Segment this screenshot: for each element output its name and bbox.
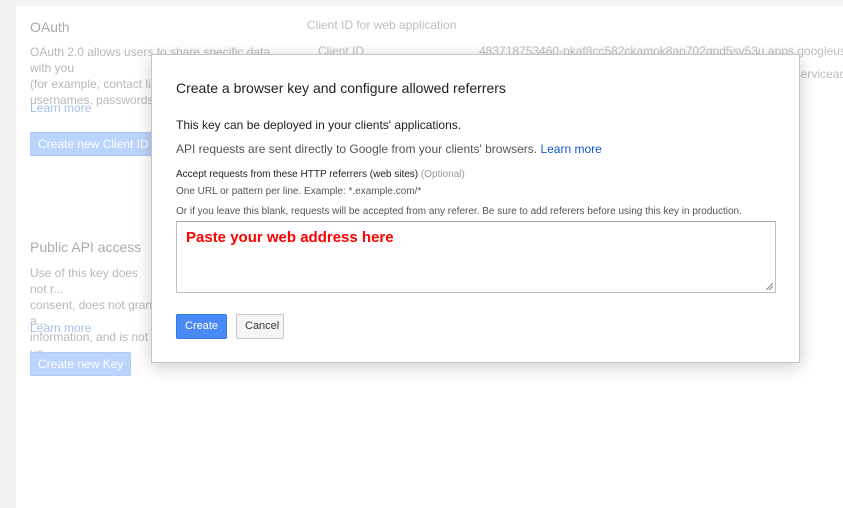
client-id-section-title: Client ID for web application <box>307 18 457 32</box>
public-api-heading: Public API access <box>30 239 142 255</box>
console-page: OAuth OAuth 2.0 allows users to share sp… <box>0 0 843 508</box>
api-requests-text: API requests are sent directly to Google… <box>176 142 602 156</box>
oauth-learn-more-link[interactable]: Learn more <box>30 101 91 115</box>
dialog-intro-text: This key can be deployed in your clients… <box>176 118 462 132</box>
create-button[interactable]: Create <box>176 314 227 339</box>
referrers-hint: One URL or pattern per line. Example: *.… <box>176 186 422 197</box>
public-api-learn-more-link[interactable]: Learn more <box>30 321 91 335</box>
referrers-label-text: Accept requests from these HTTP referrer… <box>176 169 419 180</box>
oauth-heading: OAuth <box>30 19 70 35</box>
cancel-button[interactable]: Cancel <box>236 314 284 339</box>
referrers-textarea-value: Paste your web address here <box>186 229 394 246</box>
learn-more-link[interactable]: Learn more <box>540 142 601 156</box>
resize-grip-icon[interactable] <box>765 282 773 290</box>
public-api-description: Use of this key does not r... consent, d… <box>30 266 156 360</box>
create-new-key-button[interactable]: Create new Key <box>30 352 132 376</box>
create-browser-key-dialog: Create a browser key and configure allow… <box>151 54 800 363</box>
api-requests-description: API requests are sent directly to Google… <box>176 142 538 156</box>
referrers-textarea[interactable]: Paste your web address here <box>176 221 776 293</box>
dialog-title: Create a browser key and configure allow… <box>176 80 506 96</box>
create-client-id-button[interactable]: Create new Client ID <box>30 132 157 156</box>
referrers-warning: Or if you leave this blank, requests wil… <box>176 206 742 217</box>
optional-tag: (Optional) <box>420 169 465 180</box>
referrers-label: Accept requests from these HTTP referrer… <box>176 169 465 180</box>
